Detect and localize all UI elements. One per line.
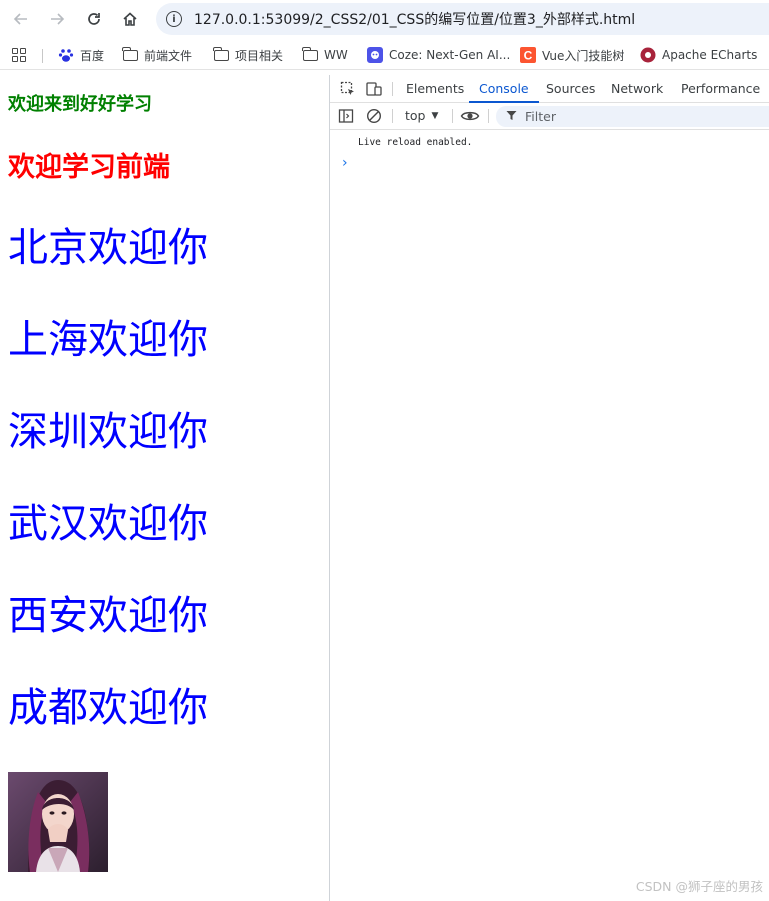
tab-sources[interactable]: Sources (546, 75, 595, 103)
back-button[interactable] (8, 6, 34, 32)
page-viewport: 欢迎来到好好学习 欢迎学习前端 北京欢迎你 上海欢迎你 深圳欢迎你 武汉欢迎你 … (0, 75, 329, 901)
csdn-c-icon: C (520, 47, 536, 63)
frontend-heading: 欢迎学习前端 (8, 152, 170, 183)
tab-performance[interactable]: Performance (681, 75, 760, 103)
city-heading-wuhan: 武汉欢迎你 (8, 501, 208, 547)
bookmark-label: 百度 (80, 48, 105, 63)
toolbar-divider (488, 109, 489, 123)
toolbar-divider (392, 109, 393, 123)
bookmark-project[interactable]: 项目相关 (212, 45, 284, 65)
apps-grid-icon (12, 48, 26, 62)
echarts-icon (640, 47, 656, 63)
browser-toolbar: i 127.0.0.1:53099/2_CSS2/01_CSS的编写位置/位置3… (0, 0, 769, 38)
reload-button[interactable] (81, 6, 107, 32)
reload-icon (88, 13, 100, 25)
console-toolbar: top ▼ Filter (330, 103, 769, 130)
bookmark-vue[interactable]: C Vue入门技能树 (520, 45, 624, 65)
bookmark-label: Vue入门技能树 (542, 48, 625, 63)
city-heading-xian: 西安欢迎你 (8, 593, 208, 639)
home-icon (123, 12, 137, 26)
caret-down-icon: ▼ (431, 110, 439, 121)
devtools-tabbar: Elements Console Sources Network Perform… (330, 75, 769, 103)
folder-icon (121, 46, 138, 63)
coze-icon (367, 47, 383, 63)
bookmark-coze[interactable]: Coze: Next-Gen AI... (367, 45, 510, 65)
back-arrow-icon (13, 13, 27, 25)
bookmark-label: WW (324, 48, 348, 62)
home-button[interactable] (117, 6, 143, 32)
bookmark-label: Coze: Next-Gen AI... (389, 48, 511, 62)
tabs-divider (392, 82, 393, 96)
bookmarks-divider (42, 49, 43, 63)
bookmark-frontend-files[interactable]: 前端文件 (121, 45, 193, 65)
apps-button[interactable] (12, 45, 26, 65)
folder-icon (301, 46, 318, 63)
filter-funnel-icon (506, 110, 517, 124)
console-prompt-icon[interactable]: › (342, 155, 348, 171)
tab-console[interactable]: Console (469, 75, 539, 103)
svg-text:C: C (524, 49, 533, 63)
city-heading-shanghai: 上海欢迎你 (8, 317, 208, 363)
tab-network[interactable]: Network (611, 75, 663, 103)
city-heading-shenzhen: 深圳欢迎你 (8, 409, 208, 455)
site-info-icon[interactable]: i (166, 11, 182, 27)
forward-arrow-icon (51, 13, 65, 25)
city-heading-beijing: 北京欢迎你 (8, 225, 208, 271)
bookmark-ww[interactable]: WW (301, 45, 348, 65)
tab-elements[interactable]: Elements (406, 75, 464, 103)
console-filter-input[interactable]: Filter (496, 106, 769, 127)
devtools-panel: Elements Console Sources Network Perform… (329, 75, 769, 901)
bookmarks-bar: 百度 前端文件 项目相关 WW Coze: Next-Gen AI... C V… (0, 40, 769, 70)
clear-console-icon[interactable] (366, 108, 382, 124)
watermark: CSDN @狮子座的男孩 (635, 879, 763, 894)
address-bar[interactable]: i 127.0.0.1:53099/2_CSS2/01_CSS的编写位置/位置3… (156, 3, 769, 35)
sidebar-toggle-icon[interactable] (338, 108, 354, 124)
filter-placeholder: Filter (525, 109, 556, 124)
folder-icon (212, 46, 229, 63)
welcome-heading: 欢迎来到好好学习 (8, 94, 152, 115)
live-expression-eye-icon[interactable] (460, 108, 480, 124)
city-heading-chengdu: 成都欢迎你 (8, 685, 208, 731)
device-toolbar-icon[interactable] (366, 81, 382, 97)
context-selector[interactable]: top ▼ (405, 108, 438, 123)
url-text: 127.0.0.1:53099/2_CSS2/01_CSS的编写位置/位置3_外… (194, 12, 636, 28)
forward-button[interactable] (44, 6, 70, 32)
baidu-paw-icon (58, 47, 74, 63)
inspect-element-icon[interactable] (340, 81, 356, 97)
toolbar-divider (452, 109, 453, 123)
bookmark-baidu[interactable]: 百度 (58, 45, 104, 65)
context-label: top (405, 108, 426, 123)
bookmark-label: 项目相关 (235, 48, 284, 63)
bookmark-label: 前端文件 (144, 48, 193, 63)
console-log-message: Live reload enabled. (358, 137, 473, 148)
portrait-image (8, 772, 108, 872)
bookmark-label: Apache ECharts (662, 48, 758, 62)
bookmark-echarts[interactable]: Apache ECharts (640, 45, 757, 65)
